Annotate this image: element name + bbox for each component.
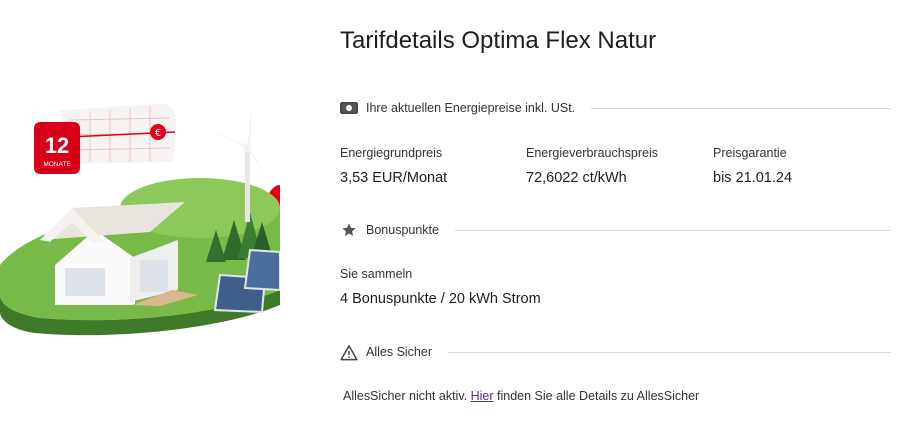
- tariff-illustration: € 12 MONATE: [0, 90, 298, 350]
- bonus-section-header: Bonuspunkte: [340, 220, 891, 240]
- alles-sicher-section-header: Alles Sicher: [340, 342, 891, 362]
- warning-icon: [340, 343, 358, 361]
- section-divider: [448, 351, 891, 353]
- section-divider: [454, 229, 891, 231]
- price-tag: € 12 MONATE: [34, 103, 177, 174]
- alles-sicher-details-link[interactable]: Hier: [471, 389, 494, 403]
- consumption-price-value: 72,6022 ct/kWh: [526, 170, 627, 186]
- section-divider: [591, 107, 891, 109]
- base-price-label: Energiegrundpreis: [340, 146, 443, 160]
- page-title: Tarifdetails Optima Flex Natur: [340, 27, 657, 54]
- badge-number: 12: [45, 133, 69, 158]
- bonus-value: 4 Bonuspunkte / 20 kWh Strom: [340, 291, 541, 307]
- euro-symbol: €: [155, 128, 161, 139]
- base-price-value: 3,53 EUR/Monat: [340, 170, 448, 186]
- star-icon: [340, 221, 358, 239]
- bonus-section-title: Bonuspunkte: [366, 223, 439, 237]
- alles-sicher-note: AllesSicher nicht aktiv. Hier finden Sie…: [343, 389, 699, 403]
- alles-sicher-section-title: Alles Sicher: [366, 345, 432, 359]
- bonus-label: Sie sammeln: [340, 267, 413, 281]
- badge-unit: MONATE: [43, 161, 71, 168]
- price-guarantee-label: Preisgarantie: [713, 146, 787, 160]
- consumption-price-label: Energieverbrauchspreis: [526, 146, 659, 160]
- money-icon: [340, 99, 358, 117]
- prices-section-title: Ihre aktuellen Energiepreise inkl. USt.: [366, 101, 576, 115]
- alles-sicher-note-text: AllesSicher nicht aktiv.: [343, 389, 471, 403]
- alles-sicher-note-suffix: finden Sie alle Details zu AllesSicher: [493, 389, 700, 403]
- house-energy-illustration: € 12 MONATE: [0, 103, 298, 336]
- prices-section-header: Ihre aktuellen Energiepreise inkl. USt.: [340, 98, 891, 118]
- price-guarantee-value: bis 21.01.24: [713, 170, 793, 186]
